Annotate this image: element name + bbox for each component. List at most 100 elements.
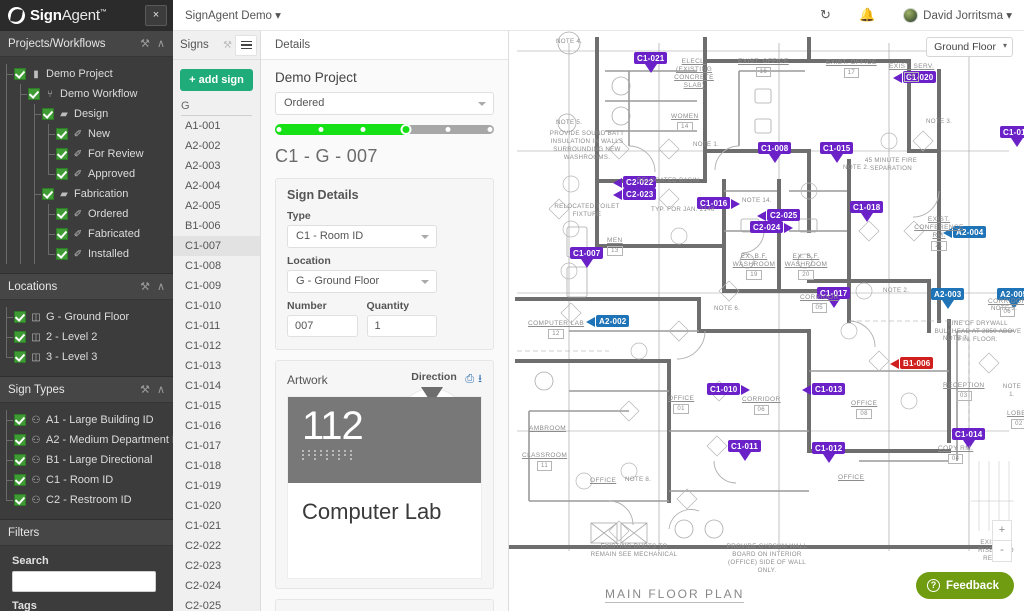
sign-marker[interactable]: C2-023: [613, 188, 657, 200]
sign-marker[interactable]: C2-025: [757, 209, 801, 221]
checkbox[interactable]: [56, 208, 68, 220]
sign-marker[interactable]: C2-024: [750, 221, 794, 233]
signs-menu-button[interactable]: [235, 34, 257, 56]
sign-marker-label[interactable]: C1-008: [758, 142, 792, 154]
sign-marker[interactable]: C1-013: [802, 383, 846, 395]
floor-plan-viewer[interactable]: C1-021C1-020C1-019C1-008C1-015C2-022C2-0…: [509, 31, 1024, 611]
project-dropdown[interactable]: SignAgent Demo ▾: [185, 8, 281, 22]
sign-list-item[interactable]: B1-006: [173, 216, 260, 236]
checkbox[interactable]: [56, 248, 68, 260]
sign-marker-label[interactable]: B1-006: [900, 357, 934, 369]
tree-item-c1-room-id[interactable]: ⚇ C1 - Room ID: [0, 470, 173, 490]
checkbox[interactable]: [14, 351, 26, 363]
tree-item-demo-project[interactable]: ▮ Demo Project: [0, 64, 173, 84]
zoom-in-button[interactable]: +: [992, 520, 1012, 541]
checkbox[interactable]: [14, 474, 26, 486]
sign-marker-label[interactable]: C2-025: [767, 209, 801, 221]
tree-item-b1-large-directional[interactable]: ⚇ B1 - Large Directional: [0, 450, 173, 470]
tree-item-fabricated[interactable]: ✐ Fabricated: [0, 224, 173, 244]
sign-list-item[interactable]: C1-019: [173, 476, 260, 496]
sign-marker[interactable]: B1-006: [890, 357, 934, 369]
close-button[interactable]: ×: [145, 5, 167, 26]
sign-list-item[interactable]: A2-003: [173, 156, 260, 176]
status-select[interactable]: Ordered: [275, 92, 494, 115]
sign-marker-label[interactable]: C2-023: [623, 188, 657, 200]
tree-item-3-level-3[interactable]: ◫ 3 - Level 3: [0, 347, 173, 367]
sign-list-item[interactable]: C1-020: [173, 496, 260, 516]
sign-list-item[interactable]: C1-017: [173, 436, 260, 456]
chevron-up-icon[interactable]: ∧: [157, 37, 165, 50]
checkbox[interactable]: [42, 188, 54, 200]
sign-marker-label[interactable]: C1-012: [812, 442, 846, 454]
section-header-filters[interactable]: Filters: [0, 520, 173, 546]
sign-list-item[interactable]: A2-002: [173, 136, 260, 156]
sign-marker[interactable]: C1-008: [758, 142, 792, 163]
checkbox[interactable]: [14, 311, 26, 323]
wrench-icon[interactable]: ⚒: [140, 37, 150, 50]
tree-item-a1-large-building-id[interactable]: ⚇ A1 - Large Building ID: [0, 410, 173, 430]
download-icon[interactable]: ⭳: [478, 370, 482, 389]
add-sign-button[interactable]: + add sign: [180, 69, 253, 91]
section-header-projects[interactable]: Projects/Workflows ⚒ ∧: [0, 31, 173, 57]
sign-list-item[interactable]: C2-023: [173, 556, 260, 576]
checkbox[interactable]: [28, 88, 40, 100]
checkbox[interactable]: [14, 68, 26, 80]
checkbox[interactable]: [14, 454, 26, 466]
checkbox[interactable]: [14, 331, 26, 343]
tree-item-design[interactable]: ▰ Design: [0, 104, 173, 124]
progress-step-dot[interactable]: [276, 127, 282, 132]
sign-marker[interactable]: C1-012: [812, 442, 846, 463]
sign-marker-label[interactable]: C1-007: [570, 247, 604, 259]
sign-list-item[interactable]: C1-012: [173, 336, 260, 356]
workflow-progress-bar[interactable]: [275, 124, 494, 135]
bell-icon[interactable]: 🔔: [859, 7, 875, 23]
progress-step-dot[interactable]: [445, 127, 451, 132]
tree-item-demo-workflow[interactable]: ⑂ Demo Workflow: [0, 84, 173, 104]
sign-marker-label[interactable]: C1-019: [1000, 126, 1024, 138]
sign-marker[interactable]: C1-014: [952, 428, 986, 449]
user-menu[interactable]: David Jorritsma ▾: [903, 7, 1012, 23]
chevron-up-icon[interactable]: ∧: [157, 383, 165, 396]
checkbox[interactable]: [42, 108, 54, 120]
checkbox[interactable]: [56, 148, 68, 160]
feedback-button[interactable]: ? Feedback: [915, 572, 1014, 599]
wrench-icon[interactable]: ⚒: [140, 280, 150, 293]
sign-marker[interactable]: C1-007: [570, 247, 604, 268]
tree-item-fabrication[interactable]: ▰ Fabrication: [0, 184, 173, 204]
sign-list-item[interactable]: A1-001: [173, 116, 260, 136]
sign-list-item[interactable]: C1-014: [173, 376, 260, 396]
sign-marker[interactable]: C1-015: [820, 142, 854, 163]
sign-list-item[interactable]: C1-016: [173, 416, 260, 436]
type-select[interactable]: C1 - Room ID: [287, 225, 437, 248]
progress-step-dot[interactable]: [487, 127, 493, 132]
tree-item-approved[interactable]: ✐ Approved: [0, 164, 173, 184]
sign-list-item[interactable]: A2-005: [173, 196, 260, 216]
progress-step-dot[interactable]: [318, 127, 324, 132]
sign-marker[interactable]: A2-002: [586, 315, 630, 327]
history-icon[interactable]: ↻: [820, 7, 831, 23]
checkbox[interactable]: [14, 434, 26, 446]
sign-list-item[interactable]: C1-009: [173, 276, 260, 296]
quantity-input[interactable]: 1: [366, 315, 437, 337]
sign-marker-label[interactable]: C1-015: [820, 142, 854, 154]
tree-item-for-review[interactable]: ✐ For Review: [0, 144, 173, 164]
location-select[interactable]: G - Ground Floor: [287, 270, 437, 293]
checkbox[interactable]: [56, 168, 68, 180]
progress-step-dot[interactable]: [400, 124, 412, 135]
chevron-up-icon[interactable]: ∧: [157, 280, 165, 293]
sign-marker-label[interactable]: A2-002: [596, 315, 630, 327]
checkbox[interactable]: [14, 414, 26, 426]
section-header-locations[interactable]: Locations ⚒ ∧: [0, 274, 173, 300]
wrench-icon[interactable]: ⚒: [140, 383, 150, 396]
sign-list-item[interactable]: C2-024: [173, 576, 260, 596]
sign-marker-label[interactable]: C1-011: [728, 440, 761, 452]
number-input[interactable]: 007: [287, 315, 358, 337]
sign-marker[interactable]: C1-019: [1000, 126, 1024, 147]
zoom-out-button[interactable]: -: [992, 541, 1012, 562]
sign-marker-label[interactable]: C1-010: [707, 383, 741, 395]
sign-marker[interactable]: A2-003: [931, 288, 965, 309]
tree-item-c2-restroom-id[interactable]: ⚇ C2 - Restroom ID: [0, 490, 173, 510]
sign-list-item[interactable]: C1-018: [173, 456, 260, 476]
sign-list-item[interactable]: C2-022: [173, 536, 260, 556]
sign-list-item[interactable]: C1-013: [173, 356, 260, 376]
